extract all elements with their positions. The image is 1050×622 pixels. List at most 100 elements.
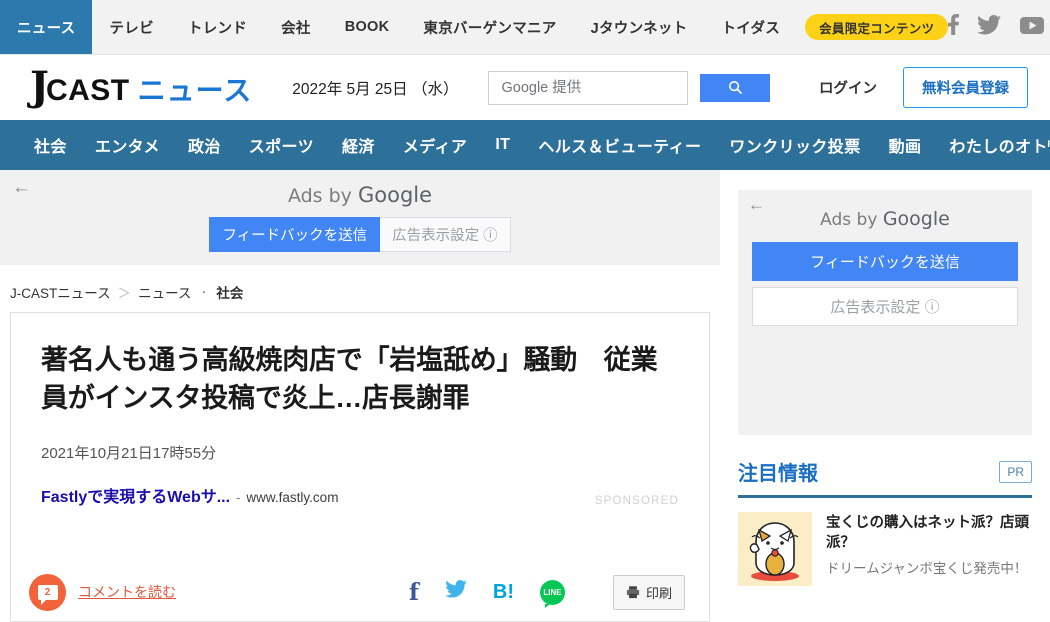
category-it[interactable]: IT — [481, 136, 524, 154]
featured-info-header: 注目情報 PR — [738, 457, 1032, 498]
featured-item-subtitle: ドリームジャンボ宝くじ発売中！ — [826, 560, 1032, 578]
category-sports[interactable]: スポーツ — [235, 133, 328, 157]
topnav-label: Jタウンネット — [591, 17, 688, 38]
line-share-icon[interactable]: LINE — [540, 580, 565, 605]
featured-list-item[interactable]: 宝くじの購入はネット派？店頭派？ ドリームジャンボ宝くじ発売中！ — [738, 512, 1032, 586]
send-feedback-button[interactable]: フィードバックを送信 — [752, 242, 1018, 281]
article-share-bar: 2 コメントを読む f B! LINE — [11, 563, 709, 621]
header-account-group: ログイン 無料会員登録 — [819, 67, 1028, 108]
comment-group[interactable]: 2 コメントを読む — [29, 574, 176, 611]
logo-j-mark: J — [30, 67, 47, 107]
topnav-item-tokyo-bargain-mania[interactable]: 東京バーゲンマニア — [406, 0, 573, 54]
search-input[interactable] — [488, 71, 688, 105]
sidebar-column: ← Ads by Google フィードバックを送信 広告表示設定 ⓘ 注目情報… — [720, 170, 1050, 622]
back-arrow-icon[interactable]: ← — [12, 178, 31, 197]
category-label: ヘルス＆ビューティー — [538, 139, 701, 156]
printer-icon — [626, 585, 640, 599]
category-label: IT — [495, 136, 510, 153]
print-button[interactable]: 印刷 — [613, 575, 685, 610]
google-wordmark: Google — [883, 208, 950, 230]
category-label: メディア — [403, 139, 467, 156]
social-share-group: f B! LINE 印刷 — [409, 575, 685, 610]
top-utility-nav: ニュース テレビ トレンド 会社 BOOK 東京バーゲンマニア Jタウンネット … — [0, 0, 1050, 55]
register-button[interactable]: 無料会員登録 — [903, 67, 1028, 108]
topnav-label: BOOK — [345, 19, 390, 35]
back-arrow-icon[interactable]: ← — [748, 196, 765, 213]
page-body: ← Ads by Google フィードバックを送信 広告表示設定 ⓘ J-CA… — [0, 170, 1050, 622]
article-card: 著名人も通う高級焼肉店で「岩塩舐め」騒動 従業員がインスタ投稿で炎上…店長謝罪 … — [10, 312, 710, 622]
section-title: 注目情報 — [738, 457, 818, 486]
ad-button-group: フィードバックを送信 広告表示設定 ⓘ — [209, 217, 510, 252]
category-label: ワンクリック投票 — [729, 139, 860, 156]
category-label: 経済 — [342, 139, 375, 156]
facebook-share-icon[interactable]: f — [409, 579, 419, 606]
category-economy[interactable]: 経済 — [328, 133, 389, 157]
article-publish-date: 2021年10月21日17時55分 — [41, 442, 679, 463]
comment-count: 2 — [38, 585, 58, 600]
current-date: 2022年 5月 25日 （水） — [292, 77, 458, 99]
topnav-item-company[interactable]: 会社 — [264, 0, 328, 54]
site-header: J CAST ニュース 2022年 5月 25日 （水） ログイン 無料会員登録 — [0, 55, 1050, 120]
pr-badge: PR — [999, 461, 1032, 483]
twitter-icon[interactable] — [977, 15, 1001, 40]
topnav-label: 会社 — [281, 17, 311, 38]
topnav-label: ニュース — [17, 17, 75, 38]
topnav-social-group — [948, 0, 1050, 54]
breadcrumb-news[interactable]: ニュース — [138, 282, 191, 302]
sponsor-url: www.fastly.com — [246, 490, 338, 505]
ads-by-prefix: Ads by — [820, 210, 883, 230]
ads-by-google-label: Ads by Google — [738, 208, 1032, 230]
twitter-share-icon[interactable] — [445, 580, 467, 604]
featured-info-section: 注目情報 PR — [738, 457, 1032, 586]
youtube-icon[interactable] — [1019, 15, 1045, 40]
topnav-item-toidas[interactable]: トイダス — [704, 0, 797, 54]
topnav-item-trend[interactable]: トレンド — [171, 0, 264, 54]
category-video[interactable]: 動画 — [875, 133, 936, 157]
topnav-label: テレビ — [109, 17, 153, 38]
sponsor-headline-link[interactable]: Fastlyで実現するWebサ... — [41, 483, 230, 507]
breadcrumb-root[interactable]: J-CASTニュース — [10, 282, 111, 302]
topnav-item-news[interactable]: ニュース — [0, 0, 92, 54]
login-link[interactable]: ログイン — [819, 77, 877, 98]
breadcrumb: J-CASTニュース ＞ ニュース ・ 社会 — [0, 266, 720, 312]
facebook-icon[interactable] — [948, 14, 959, 40]
ad-settings-button[interactable]: 広告表示設定 ⓘ — [380, 217, 511, 252]
category-watashino-oto[interactable]: わたしのオト PR — [935, 133, 1050, 157]
site-logo[interactable]: J CAST ニュース — [30, 67, 252, 109]
search-area — [488, 71, 770, 105]
category-label: 動画 — [889, 139, 922, 156]
search-icon — [728, 80, 743, 95]
member-only-content-button[interactable]: 会員限定コンテンツ — [805, 14, 948, 40]
hatena-bookmark-icon[interactable]: B! — [493, 581, 514, 604]
breadcrumb-dot: ・ — [198, 284, 209, 300]
category-nav: 社会 エンタメ 政治 スポーツ 経済 メディア IT ヘルス＆ビューティー ワン… — [0, 120, 1050, 170]
read-comments-link[interactable]: コメントを読む — [78, 582, 176, 602]
topnav-item-book[interactable]: BOOK — [328, 0, 407, 54]
comment-bubble-icon: 2 — [29, 574, 66, 611]
category-society[interactable]: 社会 — [20, 133, 81, 157]
sponsored-ad-row: Fastlyで実現するWebサ... - www.fastly.com — [41, 483, 679, 507]
maneki-neko-thumbnail — [738, 512, 812, 586]
breadcrumb-current: 社会 — [216, 282, 243, 302]
category-label: スポーツ — [249, 139, 314, 156]
article-title: 著名人も通う高級焼肉店で「岩塩舐め」騒動 従業員がインスタ投稿で炎上…店長謝罪 — [41, 341, 679, 418]
category-one-click-vote[interactable]: ワンクリック投票 — [715, 133, 874, 157]
category-politics[interactable]: 政治 — [174, 133, 235, 157]
logo-cast-text: CAST — [46, 74, 130, 108]
featured-item-title: 宝くじの購入はネット派？店頭派？ — [826, 515, 1029, 551]
category-label: 政治 — [188, 139, 221, 156]
search-button[interactable] — [700, 74, 770, 102]
category-media[interactable]: メディア — [389, 133, 481, 157]
category-entertainment[interactable]: エンタメ — [81, 133, 174, 157]
main-google-ad: ← Ads by Google フィードバックを送信 広告表示設定 ⓘ — [0, 170, 720, 265]
topnav-item-tv[interactable]: テレビ — [92, 0, 170, 54]
category-label: 社会 — [34, 139, 67, 156]
ads-by-prefix: Ads by — [288, 185, 358, 207]
category-health-beauty[interactable]: ヘルス＆ビューティー — [524, 133, 715, 157]
category-label: わたしのオト — [949, 139, 1047, 156]
featured-item-text: 宝くじの購入はネット派？店頭派？ ドリームジャンボ宝くじ発売中！ — [826, 512, 1032, 586]
send-feedback-button[interactable]: フィードバックを送信 — [209, 217, 380, 252]
ads-by-google-label: Ads by Google — [288, 183, 432, 207]
ad-settings-button[interactable]: 広告表示設定 ⓘ — [752, 287, 1018, 326]
topnav-item-jtown-net[interactable]: Jタウンネット — [574, 0, 705, 54]
